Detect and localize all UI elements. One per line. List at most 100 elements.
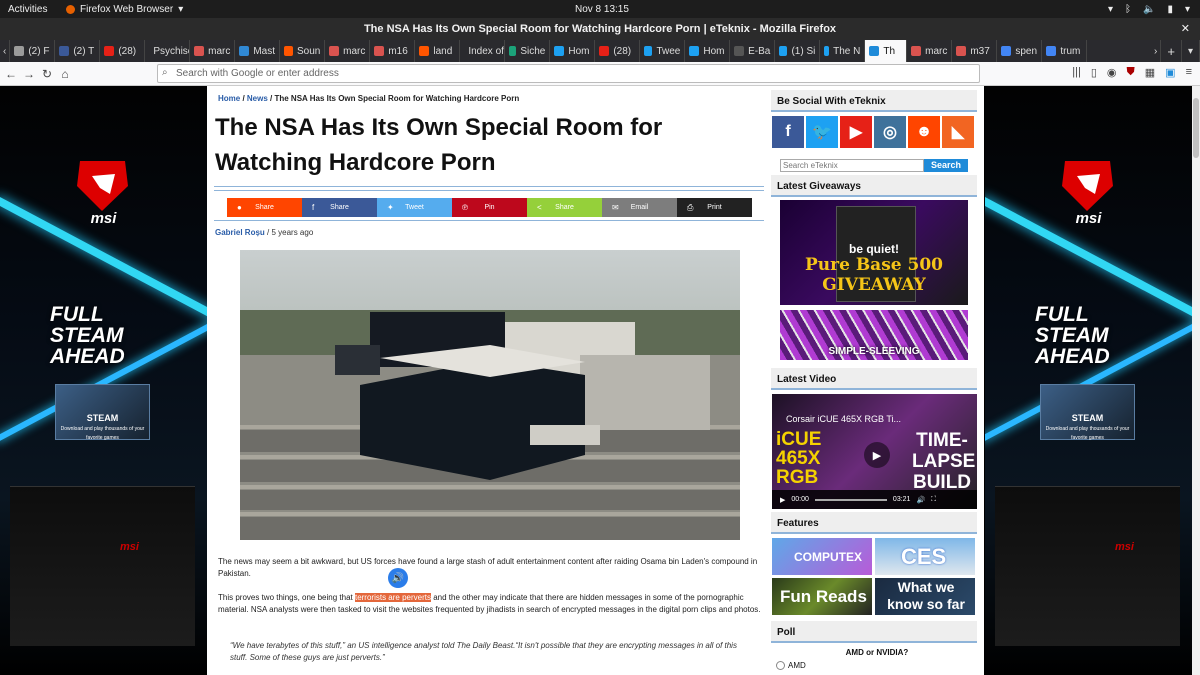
- poll-radio[interactable]: [776, 661, 785, 670]
- breadcrumb-news-link[interactable]: News: [247, 94, 268, 103]
- browser-tab[interactable]: (2) F: [10, 40, 56, 62]
- clock[interactable]: Nov 8 13:15: [575, 4, 629, 15]
- browser-tab[interactable]: (1) Si: [775, 40, 821, 62]
- browser-tab[interactable]: m37: [952, 40, 998, 62]
- share-button[interactable]: ℗ Pin: [452, 198, 527, 217]
- tab-label: (28): [118, 45, 137, 57]
- favicon-icon: [284, 46, 293, 56]
- favicon-icon: [419, 46, 430, 56]
- reddit-icon[interactable]: ☻: [908, 116, 940, 148]
- menu-icon[interactable]: ≡: [1186, 66, 1192, 79]
- highlighted-link[interactable]: terrorists are perverts: [354, 593, 431, 602]
- tab-list-icon[interactable]: ▾: [1182, 40, 1200, 62]
- browser-tab[interactable]: marc: [325, 40, 371, 62]
- breadcrumb-home-link[interactable]: Home: [218, 94, 240, 103]
- share-button[interactable]: ✦ Tweet: [377, 198, 452, 217]
- library-icon[interactable]: |||: [1072, 66, 1081, 79]
- giveaway-banner[interactable]: be quiet! Pure Base 500 GIVEAWAY: [780, 200, 968, 305]
- sidebar-search-button[interactable]: Search: [924, 159, 968, 172]
- giveaway-banner[interactable]: SIMPLE-SLEEVING: [780, 310, 968, 360]
- ad-slogan-line: STEAM: [50, 324, 124, 347]
- feature-card[interactable]: What we know so far: [875, 578, 975, 615]
- feature-card[interactable]: COMPUTEX: [772, 538, 872, 575]
- browser-tab[interactable]: marc: [907, 40, 953, 62]
- browser-tab[interactable]: (2) T: [55, 40, 101, 62]
- browser-tab[interactable]: Mast: [235, 40, 281, 62]
- social-icons: f 🐦 ▶ ◎ ☻ ◣: [772, 116, 974, 148]
- instagram-icon[interactable]: ◎: [874, 116, 906, 148]
- system-tray[interactable]: ▾ ᛒ 🔈 ▮ ▾: [1108, 4, 1190, 15]
- left-ad-banner[interactable]: msi FULL STEAM AHEAD STEAM Download and …: [0, 86, 207, 675]
- browser-tab[interactable]: Hom: [685, 40, 731, 62]
- ad-slogan-line: AHEAD: [50, 345, 125, 368]
- browser-tab[interactable]: Hom: [550, 40, 596, 62]
- duration: 03:21: [892, 496, 911, 503]
- browser-tab[interactable]: (28): [595, 40, 641, 62]
- seek-bar[interactable]: [814, 498, 887, 501]
- feature-card[interactable]: CES: [875, 538, 975, 575]
- browser-tab[interactable]: Index of: [460, 40, 506, 62]
- reload-icon[interactable]: ↻: [38, 67, 56, 81]
- twitter-icon[interactable]: 🐦: [806, 116, 838, 148]
- divider: [214, 186, 764, 187]
- app-menu[interactable]: Firefox Web Browser ▾: [66, 4, 183, 15]
- forward-icon[interactable]: →: [20, 67, 38, 81]
- browser-tab[interactable]: trum: [1042, 40, 1088, 62]
- ad-slogan-line: FULL: [1035, 303, 1089, 326]
- play-button-icon[interactable]: ▶: [780, 496, 785, 504]
- share-button[interactable]: ✉ Email: [602, 198, 677, 217]
- page-scrollbar[interactable]: [1192, 86, 1200, 675]
- features-heading: Features: [771, 512, 977, 534]
- activities-button[interactable]: Activities: [8, 4, 47, 15]
- url-bar[interactable]: ⌕ Search with Google or enter address: [157, 64, 980, 83]
- right-ad-banner[interactable]: msi FULL STEAM AHEAD STEAM Download and …: [985, 86, 1192, 675]
- browser-tab[interactable]: Siche: [505, 40, 551, 62]
- navigation-toolbar: ← → ↻ ⌂ ⌕ Search with Google or enter ad…: [0, 62, 1200, 86]
- poll-option[interactable]: AMD: [776, 661, 806, 670]
- browser-tab[interactable]: E-Ba: [730, 40, 776, 62]
- browser-tab[interactable]: Soun: [280, 40, 326, 62]
- tab-scroll-right-icon[interactable]: ›: [1151, 40, 1162, 62]
- ad-slogan-line: STEAM: [1035, 324, 1109, 347]
- youtube-icon[interactable]: ▶: [840, 116, 872, 148]
- browser-tab[interactable]: (28): [100, 40, 146, 62]
- facebook-icon[interactable]: f: [772, 116, 804, 148]
- author-link[interactable]: Gabriel Roșu: [215, 228, 265, 237]
- scrollbar-thumb[interactable]: [1193, 98, 1199, 158]
- browser-tab[interactable]: The N: [820, 40, 866, 62]
- new-tab-icon[interactable]: +: [1161, 40, 1182, 62]
- sidebar-icon[interactable]: ▯: [1091, 66, 1097, 79]
- rss-icon[interactable]: ◣: [942, 116, 974, 148]
- share-button[interactable]: f Share: [302, 198, 377, 217]
- extension-icon[interactable]: ▣: [1165, 66, 1175, 79]
- browser-tab[interactable]: Psychisc: [145, 40, 191, 62]
- fullscreen-icon[interactable]: ⛶: [931, 496, 936, 504]
- account-icon[interactable]: ◉: [1107, 66, 1117, 79]
- play-icon[interactable]: ▶: [864, 442, 890, 468]
- browser-tab[interactable]: Th: [865, 40, 908, 62]
- video-player[interactable]: Corsair iCUE 465X RGB Ti... iCUE 465X RG…: [772, 394, 977, 509]
- feature-card[interactable]: Fun Reads: [772, 578, 872, 615]
- home-icon[interactable]: ⌂: [56, 67, 74, 81]
- poll-question: AMD or NVIDIA?: [845, 648, 909, 657]
- browser-tab[interactable]: Twee: [640, 40, 686, 62]
- tab-label: trum: [1060, 45, 1081, 57]
- pc-brand-text: msi: [1115, 541, 1134, 553]
- ublock-icon[interactable]: ⛊: [1127, 66, 1135, 79]
- browser-tab[interactable]: m16: [370, 40, 416, 62]
- browser-tab[interactable]: land: [415, 40, 461, 62]
- share-button[interactable]: ⎙ Print: [677, 198, 752, 217]
- extension-icon[interactable]: ▦: [1145, 66, 1155, 79]
- close-window-icon[interactable]: ✕: [1181, 18, 1190, 40]
- divider: [214, 190, 764, 191]
- browser-tab[interactable]: marc: [190, 40, 236, 62]
- volume-icon[interactable]: 🔊: [916, 496, 925, 504]
- sidebar-search-input[interactable]: Search eTeknix: [780, 159, 924, 172]
- share-button[interactable]: ● Share: [227, 198, 302, 217]
- back-icon[interactable]: ←: [2, 67, 20, 81]
- share-button[interactable]: < Share: [527, 198, 602, 217]
- tab-scroll-left-icon[interactable]: ‹: [0, 40, 11, 62]
- article-quote: “We have terabytes of this stuff,” an US…: [230, 641, 737, 662]
- volume-icon: 🔈: [1143, 3, 1156, 15]
- browser-tab[interactable]: spen: [997, 40, 1043, 62]
